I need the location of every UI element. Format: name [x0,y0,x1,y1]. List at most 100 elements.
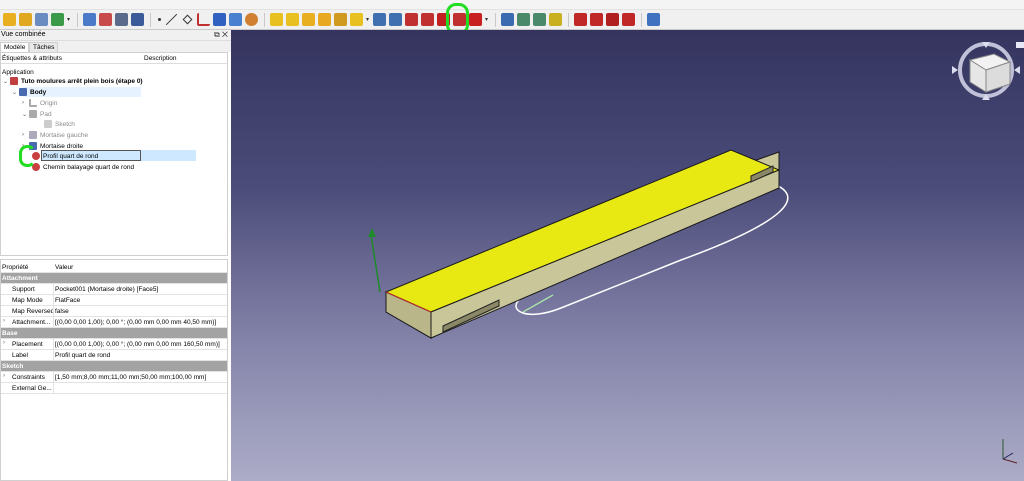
shapebinder-icon[interactable] [213,13,227,26]
property-value[interactable]: [(0,00 0,00 1,00); 0,00 °; (0,00 mm 0,00… [55,341,220,348]
property-key: External Ge... [12,385,52,392]
toolbar-separator [264,12,266,27]
property-row-external-geometry[interactable]: External Ge... [1,383,227,394]
chevron-right-icon[interactable]: › [22,100,29,106]
pocket-icon[interactable] [373,13,387,26]
property-row-attachment-offset[interactable]: › Attachment... [(0,00 0,00 1,00); 0,00 … [1,317,227,328]
property-group-sketch[interactable]: Sketch [1,361,227,372]
subtractive-loft-icon[interactable] [421,13,435,26]
tree-item-label: Sketch [55,120,75,128]
chevron-down-icon[interactable]: ▾ [485,16,488,23]
std-export-icon[interactable] [51,13,64,26]
3d-viewport[interactable] [231,30,1024,481]
document-icon [10,77,18,85]
toolbar-separator [150,12,152,27]
property-row-label[interactable]: Label Profil quart de rond [1,350,227,361]
lcs-icon[interactable] [197,13,211,26]
tree-item-chemin-balayage[interactable]: Chemin balayage quart de rond [32,162,134,172]
std-save-icon[interactable] [35,13,48,26]
part-icon[interactable] [83,13,97,26]
property-row-placement[interactable]: › Placement [(0,00 0,00 1,00); 0,00 °; (… [1,339,227,350]
property-row-map-reversed[interactable]: Map Reversed false [1,306,227,317]
tree-col-labels: Étiquettes & attributs [2,55,62,62]
std-open-icon[interactable] [3,13,16,26]
property-group-base[interactable]: Base [1,328,227,339]
multitransform-icon[interactable] [549,13,563,26]
property-row-constraints[interactable]: › Constraints [1,50 mm;8,00 mm;11,00 mm;… [1,372,227,383]
chevron-down-icon[interactable]: ⌄ [3,78,10,85]
subshape-icon[interactable] [229,13,243,26]
polar-pattern-icon[interactable] [533,13,547,26]
window-top-strip [0,0,1024,10]
point-icon[interactable] [156,13,163,26]
body-icon[interactable] [99,13,113,26]
tree-item-label: Mortaise gauche [40,131,89,139]
tree-item-pad[interactable]: ⌄ Pad [22,109,52,119]
draft-icon[interactable] [606,13,620,26]
property-key: Placement [12,341,43,348]
property-value[interactable]: [1,50 mm;8,00 mm;11,00 mm;50,00 mm;100,0… [55,374,206,381]
tree-item-mortaise-gauche[interactable]: › Mortaise gauche [22,130,88,140]
sketch-icon[interactable] [245,13,259,26]
groove-icon[interactable] [405,13,419,26]
linear-pattern-icon[interactable] [517,13,531,26]
tree-item-label: Body [30,88,47,96]
property-group-label: Sketch [2,363,24,370]
property-value[interactable]: FlatFace [55,297,80,304]
import-icon[interactable] [115,13,129,26]
property-value[interactable]: Pocket001 (Mortaise droite) [Face5] [55,286,158,293]
tree-item-document[interactable]: ⌄ Tuto moulures arrêt plein bois (étape … [3,76,143,86]
dock-buttons[interactable]: ⧉ ✕ [214,30,228,40]
chevron-right-icon[interactable]: › [22,132,29,138]
property-key: Support [12,286,35,293]
boolean-icon[interactable] [647,13,661,26]
std-folder-icon[interactable] [19,13,32,26]
chevron-right-icon[interactable]: › [3,340,5,346]
line-icon[interactable] [165,13,178,26]
property-row-support[interactable]: Support Pocket001 (Mortaise droite) [Fac… [1,284,227,295]
body-icon [19,88,27,96]
property-header: Propriété Valeur [1,262,227,273]
property-value[interactable]: false [55,308,69,315]
tab-modele[interactable]: Modèle [0,42,30,52]
tree-item-body[interactable]: ⌄ Body [12,87,46,97]
property-col-value: Valeur [55,264,74,271]
property-group-attachment[interactable]: Attachment [1,273,227,284]
tree-item-profil-quart-de-rond[interactable]: Profil quart de rond [32,151,98,161]
tree-item-label: Origin [40,99,58,107]
tree-item-sketch[interactable]: Sketch [44,119,75,129]
revolve-icon[interactable] [286,13,300,26]
chevron-down-icon[interactable]: ⌄ [22,111,29,118]
property-row-map-mode[interactable]: Map Mode FlatFace [1,295,227,306]
property-panel: Propriété Valeur Attachment Support Pock… [0,259,228,481]
property-value[interactable]: [(0,00 0,00 1,00); 0,00 °; (0,00 mm 0,00… [55,319,216,326]
toolbar-separator [77,12,79,27]
fillet-icon[interactable] [574,13,588,26]
chevron-down-icon[interactable]: ▾ [67,16,70,23]
clone-icon[interactable] [131,13,145,26]
chevron-right-icon[interactable]: › [3,373,5,379]
hole-icon[interactable] [389,13,403,26]
property-value[interactable]: Profil quart de rond [55,352,110,359]
main-toolbar: ▾ ▾ ▾ [0,10,1024,30]
loft-icon[interactable] [302,13,316,26]
subtractive-box-icon[interactable] [469,13,483,26]
chevron-right-icon[interactable]: › [3,318,5,324]
tree-item-label: Profil quart de rond [43,152,99,160]
property-group-label: Base [2,330,18,337]
tree-item-origin[interactable]: › Origin [22,98,57,108]
helix-icon[interactable] [334,13,348,26]
tab-taches[interactable]: Tâches [29,42,59,52]
3d-scene[interactable] [231,30,1024,481]
chevron-down-icon[interactable]: ⌄ [12,89,19,96]
pipe-icon[interactable] [318,13,332,26]
chevron-down-icon[interactable]: ▾ [366,16,369,23]
plane-icon[interactable] [181,13,194,26]
pad-icon[interactable] [270,13,284,26]
combo-view-title-bar: Vue combinée ⧉ ✕ [0,30,231,41]
tree-header: Étiquettes & attributs Description [1,53,227,64]
thickness-icon[interactable] [622,13,636,26]
add-box-icon[interactable] [350,13,364,26]
chamfer-icon[interactable] [590,13,604,26]
mirrored-icon[interactable] [501,13,515,26]
